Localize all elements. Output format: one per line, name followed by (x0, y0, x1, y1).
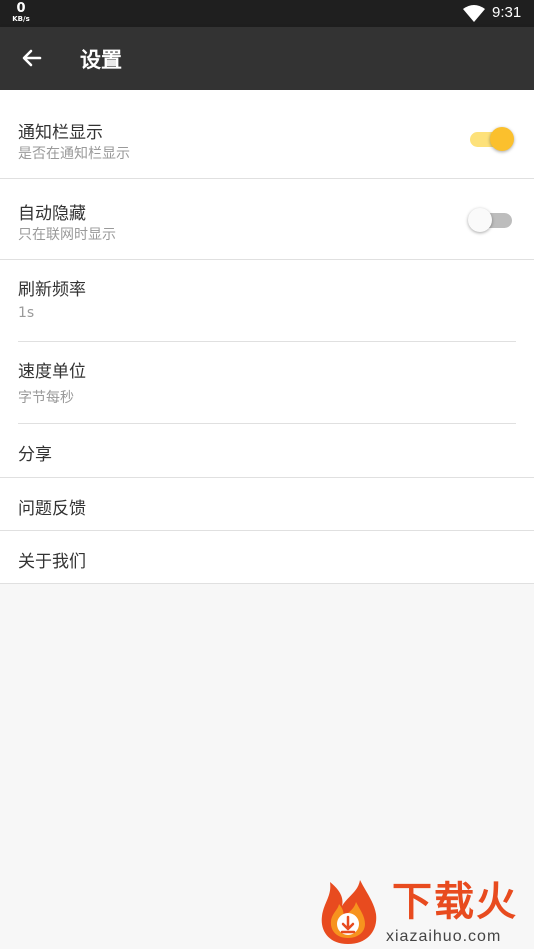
setting-speed-unit[interactable]: 速度单位 字节每秒 (0, 342, 534, 424)
switch-thumb (468, 208, 492, 232)
setting-notification-bar[interactable]: 通知栏显示 是否在通知栏显示 (0, 90, 534, 179)
flame-download-icon (321, 880, 377, 944)
setting-title: 关于我们 (18, 552, 86, 572)
setting-share[interactable]: 分享 (0, 424, 534, 478)
setting-subtitle: 字节每秒 (18, 390, 74, 406)
page-title: 设置 (80, 48, 122, 72)
watermark-url: xiazaihuo.com (386, 928, 502, 945)
watermark-brand: 下载火 (392, 879, 518, 925)
notification-bar-switch[interactable] (468, 126, 514, 152)
setting-subtitle: 是否在通知栏显示 (18, 146, 130, 162)
status-bar: 0 KB/s 9:31 (0, 0, 534, 27)
setting-about-us[interactable]: 关于我们 (0, 531, 534, 584)
auto-hide-switch[interactable] (468, 207, 514, 233)
net-speed-value: 0 (16, 1, 26, 16)
setting-title: 问题反馈 (18, 499, 86, 519)
watermark: 下载火 xiazaihuo.com (314, 878, 534, 949)
status-time: 9:31 (492, 4, 522, 21)
setting-title: 分享 (18, 445, 52, 465)
wifi-icon (463, 5, 485, 22)
setting-subtitle: 1s (18, 305, 35, 321)
arrow-left-icon[interactable] (16, 42, 48, 74)
setting-feedback[interactable]: 问题反馈 (0, 478, 534, 531)
net-speed-indicator: 0 KB/s (10, 2, 32, 23)
setting-subtitle: 只在联网时显示 (18, 227, 116, 243)
setting-title: 刷新频率 (18, 280, 86, 300)
setting-title: 通知栏显示 (18, 123, 103, 143)
setting-refresh-rate[interactable]: 刷新频率 1s (0, 260, 534, 342)
setting-auto-hide[interactable]: 自动隐藏 只在联网时显示 (0, 179, 534, 260)
switch-thumb (490, 127, 514, 151)
setting-title: 速度单位 (18, 362, 86, 382)
net-speed-unit: KB/s (12, 15, 30, 23)
setting-title: 自动隐藏 (18, 204, 86, 224)
settings-list: 通知栏显示 是否在通知栏显示 自动隐藏 只在联网时显示 刷新频率 1s 速度单位… (0, 90, 534, 584)
app-bar: 设置 (0, 27, 534, 90)
